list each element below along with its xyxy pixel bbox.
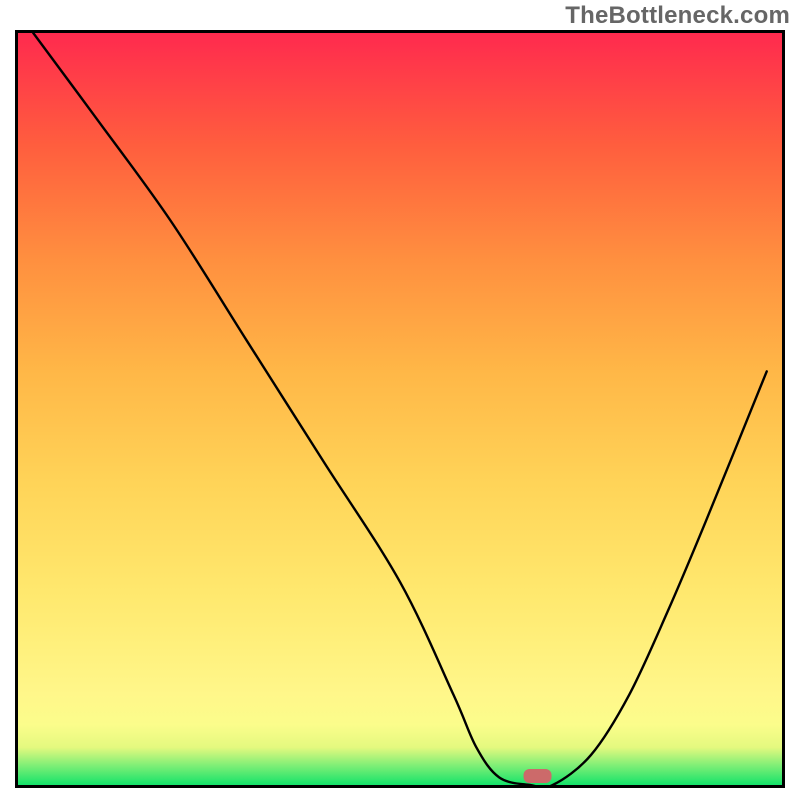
plot-frame — [15, 30, 785, 788]
chart-container: TheBottleneck.com — [0, 0, 800, 800]
watermark-text: TheBottleneck.com — [565, 2, 790, 30]
curve-layer — [18, 33, 782, 785]
bottleneck-curve — [33, 33, 766, 785]
